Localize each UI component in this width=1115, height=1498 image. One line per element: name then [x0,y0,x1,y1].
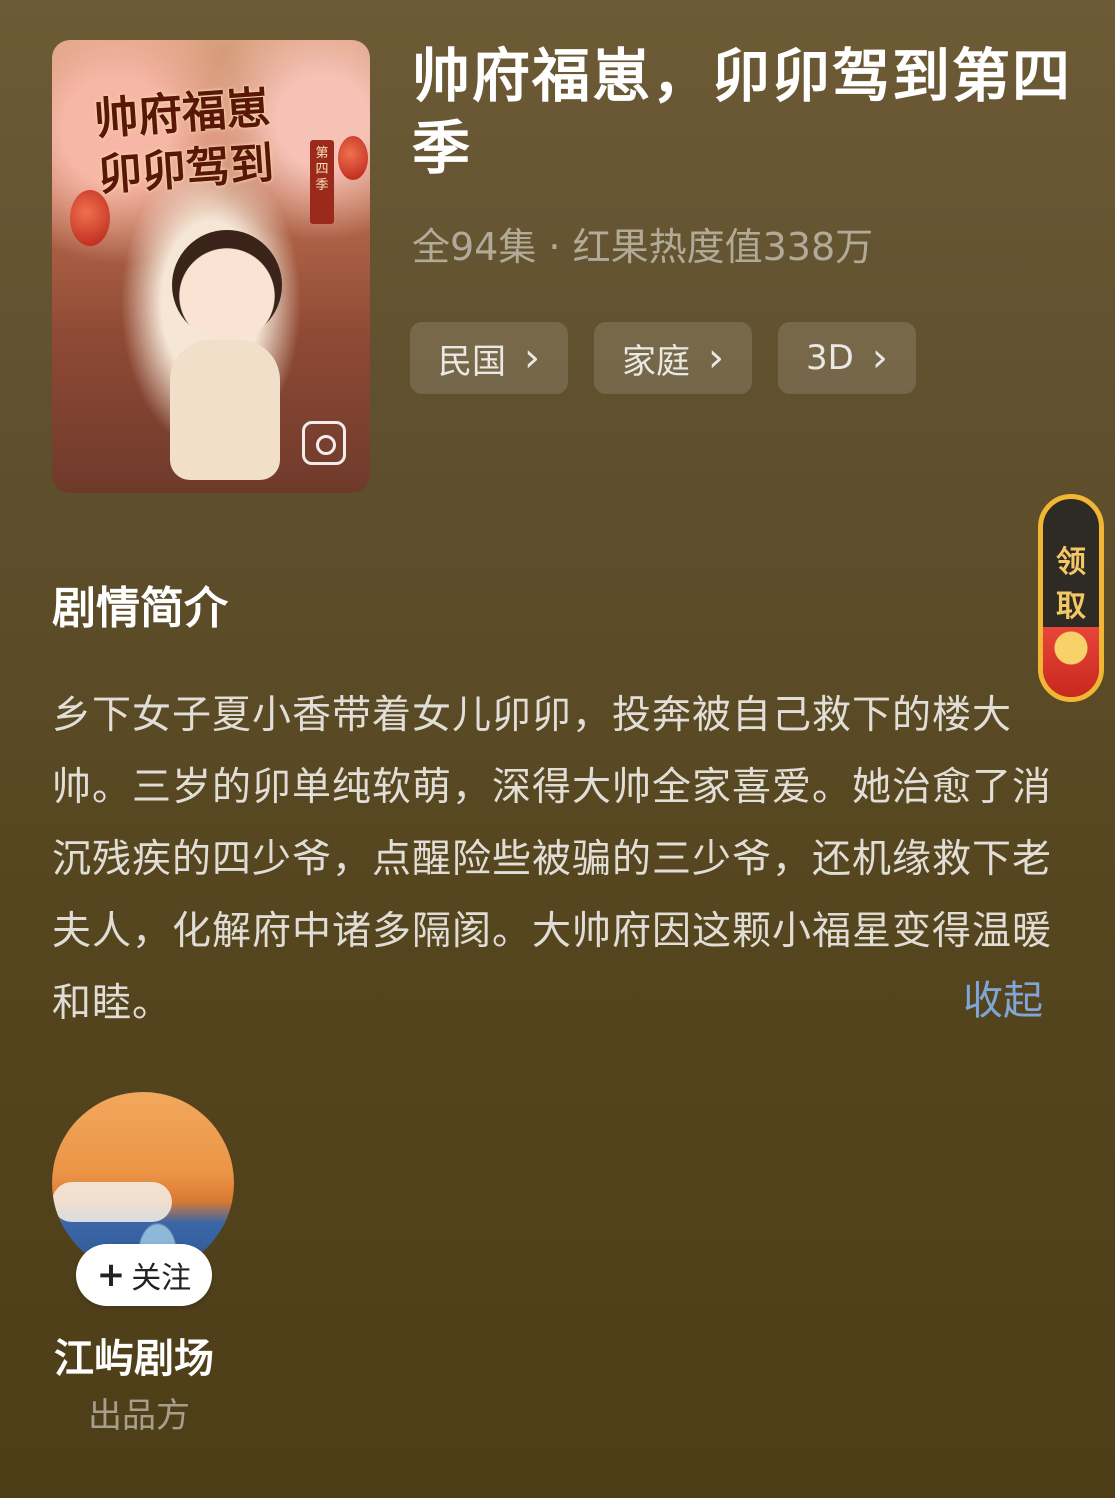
collapse-button[interactable]: 收起 [963,968,1043,1026]
poster-child-head [172,230,282,340]
chevron-right-icon: › [524,335,540,381]
chevron-right-icon: › [871,335,888,381]
cover-poster[interactable]: 帅府福崽 卯卯驾到 第四季 [52,40,370,493]
tag-label: 3D [806,338,854,378]
synopsis-text: 乡下女子夏小香带着女儿卯卯，投奔被自己救下的楼大帅。三岁的卯单纯软萌，深得大帅全… [52,693,1053,1026]
chevron-right-icon: › [708,335,724,381]
follow-button[interactable]: + 关注 [76,1244,212,1306]
drama-title: 帅府福崽，卯卯驾到第四季 [412,42,1073,182]
tag-family[interactable]: 家庭 › [594,322,752,394]
tag-list: 民国 › 家庭 › 3D › [410,322,916,394]
poster-title: 帅府福崽 卯卯驾到 [92,76,339,204]
claim-label: 领 取 [1043,541,1099,629]
tag-label: 民国 [438,341,506,382]
claim-reward-button[interactable]: 领 取 [1038,494,1104,702]
avatar-cloud [52,1182,172,1222]
tag-label: 家庭 [622,341,690,382]
claim-label-char1: 领 [1056,545,1086,580]
follow-label: 关注 [131,1261,192,1296]
tag-minguo[interactable]: 民国 › [410,322,568,394]
lantern-right [338,136,368,180]
poster-child-body [170,340,280,480]
gallery-icon[interactable] [302,421,346,465]
creator-role: 出品方 [88,1396,190,1436]
plus-icon: + [96,1255,126,1295]
drama-meta: 全94集 · 红果热度值338万 [412,225,874,269]
synopsis-heading: 剧情简介 [52,583,228,634]
tag-3d[interactable]: 3D › [778,322,916,394]
poster-season-badge: 第四季 [310,140,334,224]
claim-label-char2: 取 [1056,589,1086,624]
creator-name[interactable]: 江屿剧场 [54,1326,214,1384]
